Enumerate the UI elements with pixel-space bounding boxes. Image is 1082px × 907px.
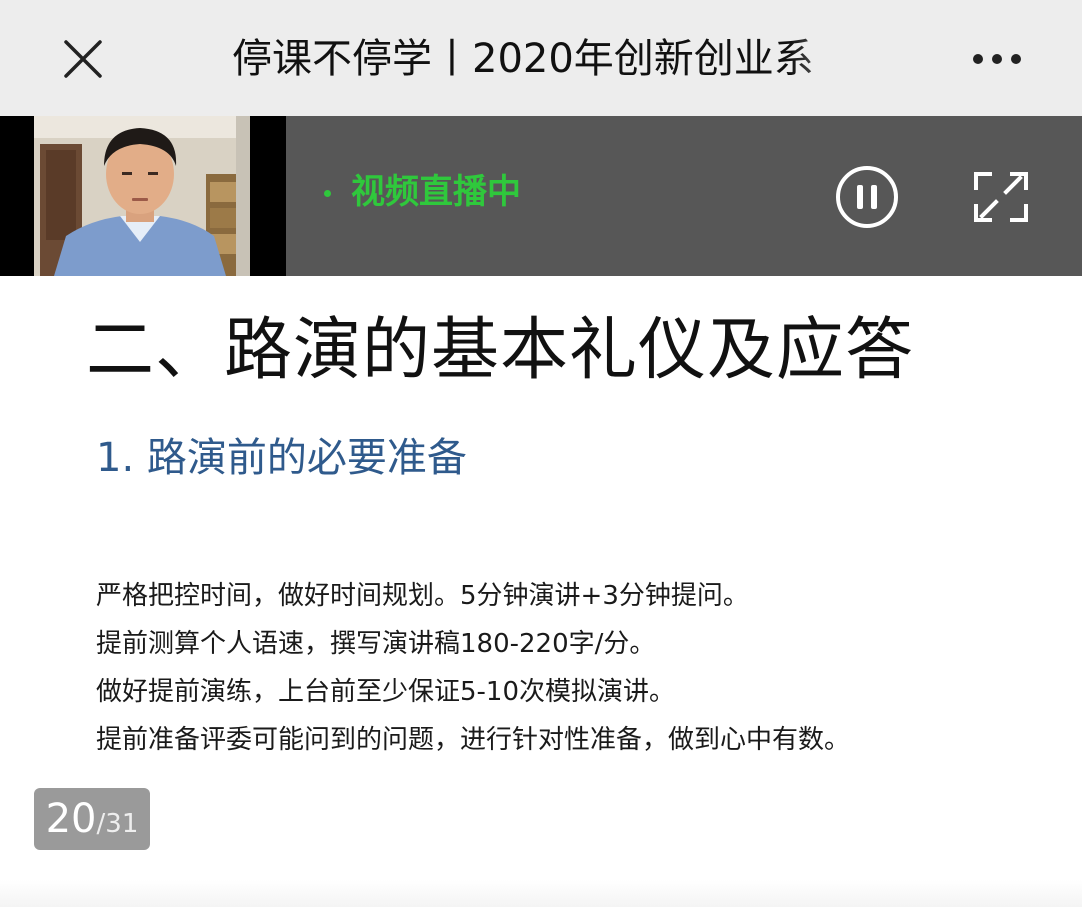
current-page-number: 20	[45, 796, 97, 842]
presentation-slide: 二、路演的基本礼仪及应答 1. 路演前的必要准备 严格把控时间，做好时间规划。5…	[0, 276, 1082, 907]
slide-title: 二、路演的基本礼仪及应答	[86, 311, 915, 390]
page-separator: /	[96, 809, 106, 839]
pause-circle-icon	[836, 166, 898, 228]
slide-bullet-list: 严格把控时间，做好时间规划。5分钟演讲+3分钟提问。 提前测算个人语速，撰写演讲…	[96, 572, 850, 764]
bottom-edge-shade	[0, 880, 1082, 907]
slide-page-counter[interactable]: 20/31	[34, 788, 150, 850]
close-icon	[64, 40, 102, 78]
live-status-text: 视频直播中	[351, 172, 521, 212]
fullscreen-button[interactable]	[970, 168, 1032, 226]
slide-bullet: 严格把控时间，做好时间规划。5分钟演讲+3分钟提问。	[96, 581, 749, 611]
live-status-label: 视频直播中	[316, 164, 521, 220]
presenter-video[interactable]	[0, 116, 286, 276]
pause-button[interactable]	[834, 164, 900, 230]
top-nav-bar: 停课不停学丨2020年创新创业系	[0, 0, 1082, 116]
slide-bullet: 做好提前演练，上台前至少保证5-10次模拟演讲。	[96, 677, 676, 707]
presenter-video-frame	[0, 116, 286, 276]
live-indicator-dot	[324, 190, 331, 197]
slide-subtitle: 1. 路演前的必要准备	[96, 435, 467, 481]
fullscreen-expand-icon	[974, 172, 1028, 222]
more-dots-icon	[973, 54, 1021, 64]
close-button[interactable]	[52, 28, 114, 90]
page-title: 停课不停学丨2020年创新创业系	[232, 36, 814, 82]
slide-bullet: 提前准备评委可能问到的问题，进行针对性准备，做到心中有数。	[96, 725, 851, 755]
more-button[interactable]	[962, 30, 1032, 88]
live-video-bar: 视频直播中	[0, 116, 1082, 276]
live-lecture-page: 停课不停学丨2020年创新创业系 视频直播中 二、路演的基本礼仪及应答 1. 路…	[0, 0, 1082, 907]
slide-bullet: 提前测算个人语速，撰写演讲稿180-220字/分。	[96, 629, 656, 659]
total-page-count: 31	[105, 809, 139, 839]
